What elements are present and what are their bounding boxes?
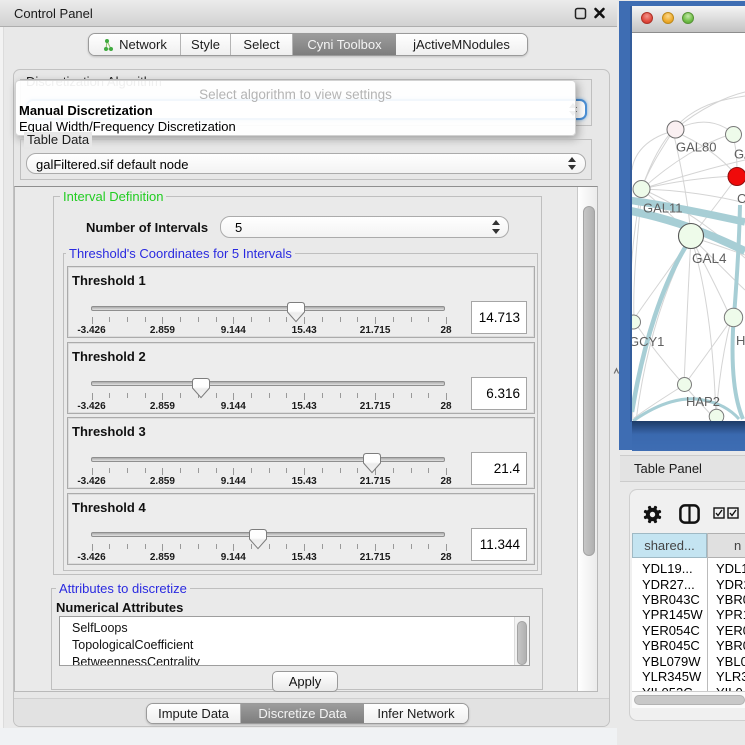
svg-text:HAP2: HAP2 — [686, 394, 720, 409]
svg-text:H: H — [736, 333, 745, 348]
svg-text:C: C — [737, 191, 745, 206]
svg-text:GAL4: GAL4 — [692, 251, 727, 266]
svg-text:GA: GA — [734, 147, 745, 162]
svg-text:GAL80: GAL80 — [676, 140, 716, 155]
svg-text:GCY1: GCY1 — [632, 334, 664, 349]
svg-text:GAL11: GAL11 — [643, 201, 683, 216]
